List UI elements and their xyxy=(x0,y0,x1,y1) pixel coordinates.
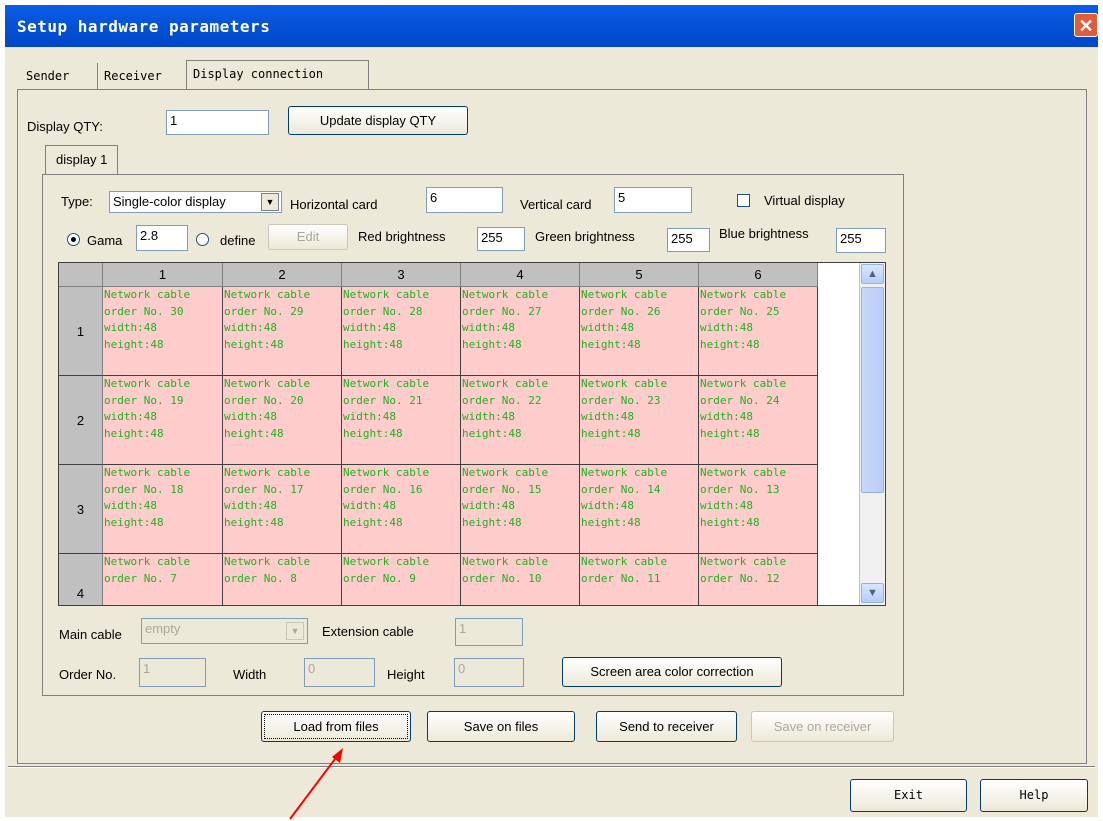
gamma-radio[interactable] xyxy=(67,233,80,246)
row-header[interactable]: 3 xyxy=(59,465,103,554)
grid-cell[interactable]: Network cable order No. 28 width:48 heig… xyxy=(342,287,461,376)
grid-cell[interactable]: Network cable order No. 19 width:48 heig… xyxy=(103,376,223,465)
scrollbar-thumb[interactable] xyxy=(861,287,884,493)
gamma-input[interactable]: 2.8 xyxy=(136,225,188,251)
scroll-down-icon[interactable]: ▼ xyxy=(861,583,884,603)
grid-cell[interactable]: Network cable order No. 10 xyxy=(461,554,580,605)
define-label: define xyxy=(220,233,256,248)
gamma-label: Gama xyxy=(87,233,123,248)
tab-sender[interactable]: Sender xyxy=(20,63,98,89)
horizontal-card-label: Horizontal card xyxy=(290,197,378,212)
grid-cell[interactable]: Network cable order No. 23 width:48 heig… xyxy=(580,376,699,465)
column-header[interactable]: 6 xyxy=(699,263,818,287)
grid-cell[interactable]: Network cable order No. 15 width:48 heig… xyxy=(461,465,580,554)
grid-cell[interactable]: Network cable order No. 21 width:48 heig… xyxy=(342,376,461,465)
width-label: Width xyxy=(233,667,267,682)
chevron-down-icon[interactable]: ▼ xyxy=(286,622,304,640)
column-header[interactable]: 2 xyxy=(223,263,342,287)
display-qty-label: Display QTY: xyxy=(27,119,103,134)
grid-cell[interactable]: Network cable order No. 24 width:48 heig… xyxy=(699,376,818,465)
define-radio[interactable] xyxy=(196,233,209,246)
virtual-display-label: Virtual display xyxy=(764,193,845,208)
grid-corner xyxy=(59,263,103,287)
grid-cell[interactable]: Network cable order No. 17 width:48 heig… xyxy=(223,465,342,554)
grid-cell[interactable]: Network cable order No. 22 width:48 heig… xyxy=(461,376,580,465)
main-cable-select[interactable]: empty xyxy=(141,618,308,644)
grid-cell[interactable]: Network cable order No. 20 width:48 heig… xyxy=(223,376,342,465)
scroll-up-icon[interactable]: ▲ xyxy=(861,264,884,284)
width-input[interactable]: 0 xyxy=(304,658,375,687)
network-cable-grid[interactable]: 1 2 3 4 5 6 1 Network cable order No. 30… xyxy=(58,262,886,606)
save-on-receiver-button[interactable]: Save on receiver xyxy=(751,711,894,742)
grid-cell[interactable]: Network cable order No. 29 width:48 heig… xyxy=(223,287,342,376)
grid-cell[interactable]: Network cable order No. 14 width:48 heig… xyxy=(580,465,699,554)
display-qty-input[interactable]: 1 xyxy=(166,110,269,135)
save-on-files-button[interactable]: Save on files xyxy=(427,711,575,742)
grid-cell[interactable]: Network cable order No. 13 width:48 heig… xyxy=(699,465,818,554)
green-brightness-label: Green brightness xyxy=(535,229,635,244)
screen-color-correction-button[interactable]: Screen area color correction xyxy=(562,657,782,687)
order-no-label: Order No. xyxy=(59,667,117,682)
virtual-display-checkbox[interactable] xyxy=(737,194,750,207)
height-label: Height xyxy=(387,667,425,682)
grid-cell[interactable]: Network cable order No. 12 xyxy=(699,554,818,605)
send-to-receiver-button[interactable]: Send to receiver xyxy=(596,711,737,742)
extension-cable-input[interactable]: 1 xyxy=(455,618,523,646)
help-button[interactable]: Help xyxy=(980,779,1088,812)
bottom-separator xyxy=(8,766,1095,768)
load-from-files-button[interactable]: Load from files xyxy=(261,711,411,742)
title-bar[interactable]: Setup hardware parameters ✕ xyxy=(5,5,1098,47)
vertical-card-input[interactable]: 5 xyxy=(614,187,692,213)
annotation-arrow-icon xyxy=(289,748,343,820)
grid-cell[interactable]: Network cable order No. 27 width:48 heig… xyxy=(461,287,580,376)
grid-cell[interactable]: Network cable order No. 25 width:48 heig… xyxy=(699,287,818,376)
main-cable-value: empty xyxy=(145,621,181,636)
type-select-value: Single-color display xyxy=(113,194,226,209)
type-label: Type: xyxy=(61,194,93,209)
exit-button[interactable]: Exit xyxy=(850,779,967,812)
type-select[interactable]: Single-color display xyxy=(109,191,282,213)
column-header[interactable]: 5 xyxy=(580,263,699,287)
blue-brightness-input[interactable]: 255 xyxy=(836,228,886,253)
tab-receiver[interactable]: Receiver xyxy=(98,63,184,89)
edit-button[interactable]: Edit xyxy=(268,224,348,250)
main-cable-label: Main cable xyxy=(59,627,122,642)
row-header[interactable]: 2 xyxy=(59,376,103,465)
column-header[interactable]: 1 xyxy=(103,263,223,287)
grid-cell[interactable]: Network cable order No. 11 xyxy=(580,554,699,605)
vertical-card-label: Vertical card xyxy=(520,197,592,212)
tab-display-connection[interactable]: Display connection xyxy=(186,60,369,90)
column-header[interactable]: 3 xyxy=(342,263,461,287)
column-header[interactable]: 4 xyxy=(461,263,580,287)
grid-cell[interactable]: Network cable order No. 18 width:48 heig… xyxy=(103,465,223,554)
update-display-qty-button[interactable]: Update display QTY xyxy=(288,106,468,135)
row-header[interactable]: 4 xyxy=(59,554,103,605)
grid-cell[interactable]: Network cable order No. 30 width:48 heig… xyxy=(103,287,223,376)
row-header[interactable]: 1 xyxy=(59,287,103,376)
grid-cell[interactable]: Network cable order No. 8 xyxy=(223,554,342,605)
extension-cable-label: Extension cable xyxy=(322,624,414,639)
grid-vertical-scrollbar[interactable]: ▲ ▼ xyxy=(859,263,885,605)
window-title: Setup hardware parameters xyxy=(17,17,271,36)
tab-display-1[interactable]: display 1 xyxy=(45,145,119,175)
grid-cell[interactable]: Network cable order No. 16 width:48 heig… xyxy=(342,465,461,554)
close-icon[interactable]: ✕ xyxy=(1074,13,1098,37)
horizontal-card-input[interactable]: 6 xyxy=(426,187,503,213)
grid-cell[interactable]: Network cable order No. 26 width:48 heig… xyxy=(580,287,699,376)
grid-cell[interactable]: Network cable order No. 9 xyxy=(342,554,461,605)
red-brightness-label: Red brightness xyxy=(358,229,446,244)
green-brightness-input[interactable]: 255 xyxy=(667,228,710,252)
chevron-down-icon[interactable]: ▼ xyxy=(261,193,279,211)
blue-brightness-label: Blue brightness xyxy=(719,226,809,241)
red-brightness-input[interactable]: 255 xyxy=(477,227,525,251)
grid-cell[interactable]: Network cable order No. 7 xyxy=(103,554,223,605)
order-no-input[interactable]: 1 xyxy=(139,658,206,687)
height-input[interactable]: 0 xyxy=(454,658,524,687)
